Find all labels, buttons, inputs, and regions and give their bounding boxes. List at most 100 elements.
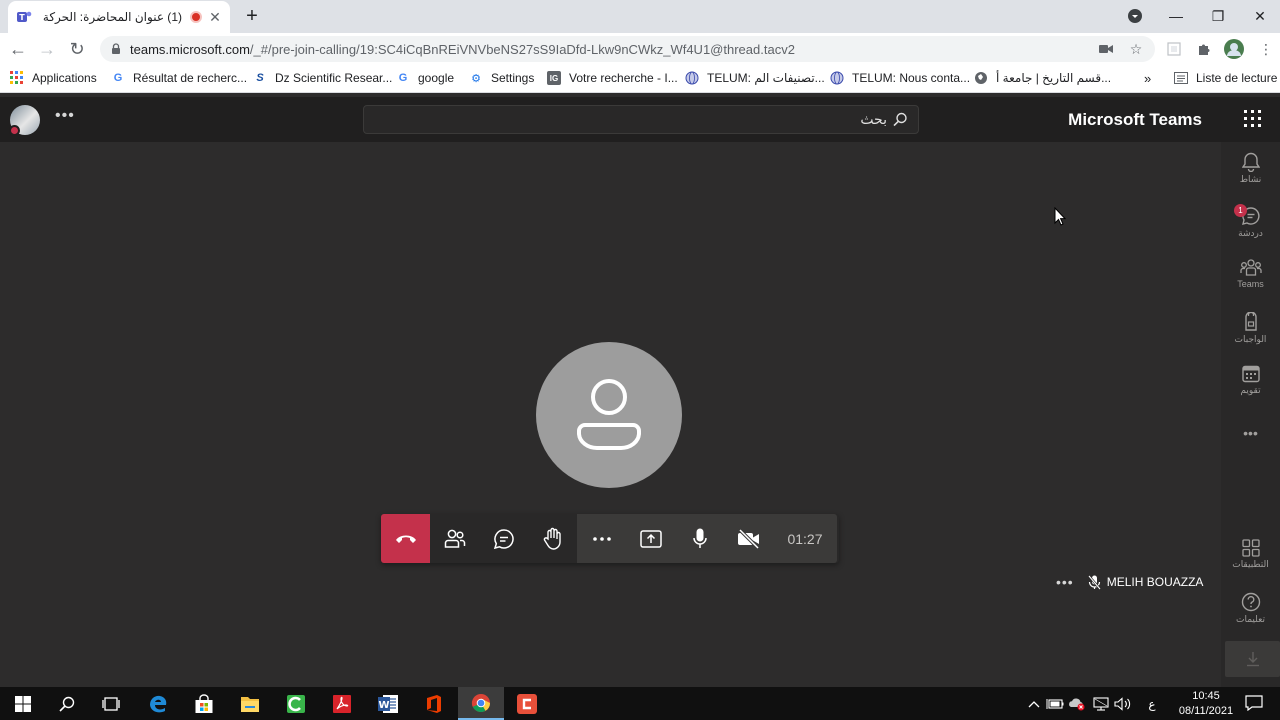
taskbar-recorder[interactable] bbox=[504, 687, 550, 720]
rail-item-teams[interactable]: Teams bbox=[1221, 259, 1280, 289]
bookmark-google-results[interactable]: G Résultat de recherc... bbox=[111, 71, 247, 85]
camera-off-button[interactable] bbox=[724, 514, 773, 563]
participant-name: MELIH BOUAZZA bbox=[1106, 575, 1204, 589]
bookmark-history-department[interactable]: قسم التاريخ | جامعة أ... bbox=[974, 71, 1111, 85]
bookmark-telum-contact[interactable]: TELUM: Nous conta... bbox=[830, 71, 970, 85]
rail-item-assignments[interactable]: الواجبات bbox=[1221, 312, 1280, 345]
battery-icon bbox=[1046, 699, 1064, 709]
volume-tray-icon[interactable] bbox=[1114, 696, 1132, 712]
participants-button[interactable] bbox=[430, 514, 479, 563]
new-tab-button[interactable]: + bbox=[242, 5, 262, 28]
start-button[interactable] bbox=[0, 687, 46, 720]
bookmarks-overflow-button[interactable]: » bbox=[1144, 71, 1151, 86]
network-tray-icon[interactable] bbox=[1092, 696, 1110, 712]
google-icon: G bbox=[113, 72, 123, 84]
reload-button[interactable]: ↻ bbox=[67, 39, 87, 59]
taskbar-search-button[interactable] bbox=[44, 687, 90, 720]
tab-title: (1) عنوان المحاضرة: الحركة الو bbox=[40, 10, 182, 24]
hang-up-icon bbox=[395, 535, 416, 543]
camtasia-icon bbox=[287, 694, 305, 713]
camera-in-use-icon[interactable] bbox=[1098, 41, 1114, 57]
ig-icon: IG bbox=[547, 71, 561, 85]
word-icon: W bbox=[378, 694, 398, 713]
share-screen-icon bbox=[639, 529, 662, 548]
forward-button[interactable]: → bbox=[37, 39, 57, 59]
bookmark-dz-scientific[interactable]: S Dz Scientific Resear... bbox=[253, 71, 392, 85]
search-input[interactable]: بحث bbox=[363, 105, 919, 134]
address-bar[interactable]: teams.microsoft.com/_#/pre-join-calling/… bbox=[100, 36, 1155, 62]
tab-close-icon[interactable]: ✕ bbox=[208, 9, 222, 26]
teams-icon bbox=[1239, 259, 1262, 276]
notification-icon bbox=[1245, 695, 1263, 711]
input-language-indicator[interactable]: ع bbox=[1143, 696, 1161, 712]
browser-toolbar: ← → ↻ teams.microsoft.com/_#/pre-join-ca… bbox=[0, 33, 1280, 65]
participant-avatar-placeholder bbox=[536, 342, 682, 488]
taskbar-file-explorer[interactable] bbox=[227, 687, 273, 720]
back-button[interactable]: ← bbox=[8, 39, 28, 59]
system-clock[interactable]: 10:45 08/11/2021 bbox=[1170, 689, 1242, 719]
windows-logo-icon bbox=[15, 695, 31, 712]
action-center-button[interactable] bbox=[1245, 695, 1263, 711]
bookmark-settings[interactable]: ⚙ Settings bbox=[469, 71, 534, 85]
hang-up-button[interactable] bbox=[381, 514, 430, 563]
app-launcher-waffle-icon[interactable] bbox=[1244, 110, 1261, 127]
globe-icon bbox=[830, 71, 844, 85]
show-hidden-icons-button[interactable] bbox=[1025, 696, 1043, 712]
user-avatar[interactable] bbox=[9, 105, 40, 136]
rail-item-calendar[interactable]: تقويم bbox=[1221, 365, 1280, 396]
taskbar-camtasia[interactable] bbox=[273, 687, 319, 720]
rail-item-apps[interactable]: التطبيقات bbox=[1221, 539, 1280, 570]
taskbar-store[interactable] bbox=[181, 687, 227, 720]
reading-list-button[interactable]: Liste de lecture bbox=[1174, 71, 1277, 85]
download-app-button[interactable] bbox=[1225, 641, 1280, 677]
bookmark-applications[interactable]: Applications bbox=[10, 71, 97, 85]
onedrive-tray-icon[interactable] bbox=[1068, 696, 1086, 712]
taskbar-edge[interactable] bbox=[135, 687, 181, 720]
url-text: teams.microsoft.com/_#/pre-join-calling/… bbox=[130, 42, 795, 57]
rail-more-apps-button[interactable]: ••• bbox=[1221, 425, 1280, 441]
bookmark-votre-recherche[interactable]: IG Votre recherche - I... bbox=[547, 71, 678, 85]
chat-button[interactable] bbox=[479, 514, 528, 563]
close-window-button[interactable]: ✕ bbox=[1240, 4, 1280, 28]
cloud-error-icon bbox=[1069, 698, 1085, 711]
chat-icon bbox=[493, 528, 514, 549]
participant-more-options-icon[interactable]: ••• bbox=[1056, 574, 1074, 590]
apps-icon bbox=[1241, 539, 1260, 557]
browser-tab-teams[interactable]: T (1) عنوان المحاضرة: الحركة الو ✕ bbox=[8, 1, 230, 33]
recording-indicator-icon bbox=[190, 11, 202, 23]
profile-dropdown-icon[interactable] bbox=[1115, 4, 1155, 28]
browser-menu-icon[interactable]: ⋮ bbox=[1258, 41, 1274, 57]
task-view-button[interactable] bbox=[88, 687, 134, 720]
bookmark-label: Votre recherche - I... bbox=[569, 71, 678, 85]
bookmark-label: TELUM: Nous conta... bbox=[852, 71, 971, 85]
rail-item-help[interactable]: تعليمات bbox=[1221, 592, 1280, 625]
taskbar-chrome[interactable] bbox=[458, 687, 504, 720]
rail-item-chat[interactable]: 1 دردشة bbox=[1221, 204, 1280, 239]
raise-hand-button[interactable] bbox=[528, 514, 577, 563]
restore-button[interactable]: ❐ bbox=[1198, 4, 1238, 28]
header-more-options-icon[interactable]: ••• bbox=[55, 107, 75, 125]
profile-avatar-icon[interactable] bbox=[1224, 39, 1244, 59]
reading-list-label: Liste de lecture bbox=[1196, 71, 1278, 85]
bookmark-label: TELUM: تصنيفات الم... bbox=[707, 71, 825, 85]
acrobat-icon bbox=[333, 694, 351, 713]
bookmark-star-icon[interactable]: ☆ bbox=[1128, 41, 1144, 57]
more-actions-button[interactable] bbox=[577, 514, 626, 563]
taskbar-word[interactable]: W bbox=[365, 687, 411, 720]
search-placeholder: بحث bbox=[860, 111, 887, 127]
clock-date: 08/11/2021 bbox=[1178, 705, 1234, 717]
extensions-puzzle-icon[interactable] bbox=[1196, 41, 1212, 57]
share-screen-button[interactable] bbox=[626, 514, 675, 563]
rail-label: الواجبات bbox=[1234, 334, 1267, 344]
bookmark-telum-tasnifat[interactable]: TELUM: تصنيفات الم... bbox=[685, 71, 825, 85]
battery-tray-icon[interactable] bbox=[1046, 696, 1064, 712]
url-host: teams.microsoft.com bbox=[130, 41, 250, 57]
taskbar-acrobat[interactable] bbox=[319, 687, 365, 720]
rail-item-activity[interactable]: نشاط bbox=[1221, 152, 1280, 185]
minimize-button[interactable]: — bbox=[1156, 4, 1196, 28]
taskbar-office[interactable] bbox=[411, 687, 457, 720]
extension-box-icon[interactable] bbox=[1166, 41, 1182, 57]
bookmark-google[interactable]: G google bbox=[396, 71, 454, 85]
participants-icon bbox=[444, 529, 465, 548]
microphone-button[interactable] bbox=[675, 514, 724, 563]
